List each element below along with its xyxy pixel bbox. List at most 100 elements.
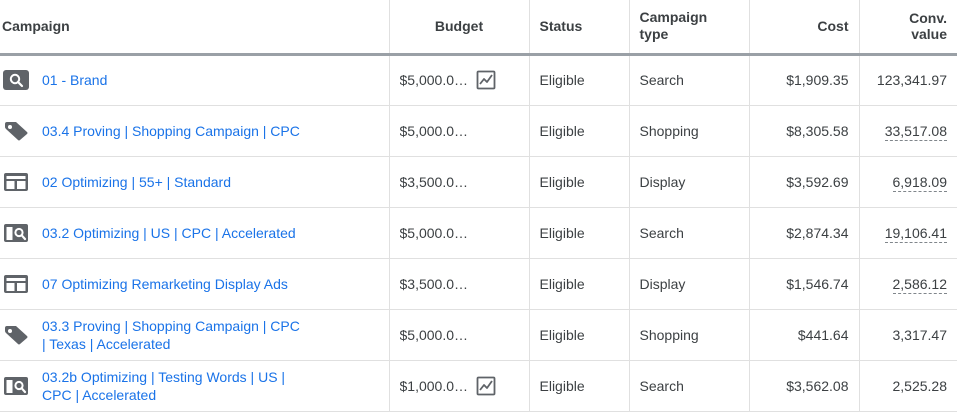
cell-status: Eligible [529, 105, 630, 157]
campaign-name-link[interactable]: 07 Optimizing Remarketing Display Ads [42, 275, 288, 293]
cell-budget: $5,000.0… [389, 105, 530, 157]
budget-value[interactable]: $5,000.0… [400, 123, 472, 139]
budget-value[interactable]: $3,500.0… [400, 174, 472, 190]
cell-cost: $441.64 [749, 309, 860, 361]
campaign-cell-content: 03.4 Proving | Shopping Campaign | CPC [5, 121, 379, 141]
campaign-name-link[interactable]: 03.3 Proving | Shopping Campaign | CPC |… [42, 317, 302, 353]
budget-value[interactable]: $5,000.0… [400, 327, 472, 343]
table-row[interactable]: 02 Optimizing | 55+ | Standard $3,500.0… E… [0, 156, 957, 208]
cell-conv-value: 19,106.41 [859, 207, 957, 259]
cell-campaign-type: Search [629, 54, 750, 106]
budget-value[interactable]: $5,000.0… [400, 72, 472, 88]
cell-campaign-type: Shopping [629, 309, 750, 361]
campaign-name-link[interactable]: 01 - Brand [42, 71, 107, 89]
cell-budget: $1,000.0… [389, 360, 530, 412]
cell-campaign: 03.3 Proving | Shopping Campaign | CPC |… [0, 309, 390, 361]
cell-campaign: 02 Optimizing | 55+ | Standard [0, 156, 390, 208]
campaign-name-link[interactable]: 03.4 Proving | Shopping Campaign | CPC [42, 122, 300, 140]
cell-conv-value: 33,517.08 [859, 105, 957, 157]
cell-cost: $3,562.08 [749, 360, 860, 412]
cell-status: Eligible [529, 207, 630, 259]
cell-budget: $3,500.0… [389, 258, 530, 310]
cell-campaign: 03.4 Proving | Shopping Campaign | CPC [0, 105, 390, 157]
cell-campaign-type: Search [629, 207, 750, 259]
display-icon [3, 274, 29, 294]
conv-value[interactable]: 6,918.09 [892, 173, 947, 192]
tag-icon [3, 121, 29, 141]
search-network-icon [3, 223, 29, 243]
table-row[interactable]: 07 Optimizing Remarketing Display Ads $3,… [0, 258, 957, 310]
conv-value: 123,341.97 [876, 72, 947, 88]
cell-conv-value: 3,317.47 [859, 309, 957, 361]
cell-campaign-type: Search [629, 360, 750, 412]
cell-cost: $2,874.34 [749, 207, 860, 259]
column-header-conv-value[interactable]: Conv. value [859, 0, 957, 56]
cell-campaign-type: Display [629, 156, 750, 208]
campaign-cell-content: 02 Optimizing | 55+ | Standard [4, 172, 379, 192]
conv-value[interactable]: 33,517.08 [884, 122, 947, 141]
table-row[interactable]: 01 - Brand $5,000.0… Eligible Search $1,909… [0, 54, 957, 106]
cell-cost: $1,909.35 [749, 54, 860, 106]
campaign-cell-content: 03.2 Optimizing | US | CPC | Accelerated [4, 223, 379, 243]
column-header-cost[interactable]: Cost [749, 0, 860, 56]
cell-conv-value: 2,586.12 [859, 258, 957, 310]
cell-campaign: 01 - Brand [0, 54, 390, 106]
table-row[interactable]: 03.2 Optimizing | US | CPC | Accelerated… [0, 207, 957, 259]
column-header-type-line2: type [639, 26, 669, 43]
table-header-row: Campaign Budget Status Campaign type Cost… [0, 0, 957, 56]
campaign-cell-content: 07 Optimizing Remarketing Display Ads [4, 274, 379, 294]
search-icon [3, 70, 29, 90]
tag-icon [3, 325, 29, 345]
budget-cell-content: $5,000.0… [400, 70, 519, 90]
campaign-cell-content: 01 - Brand [3, 70, 379, 90]
cell-campaign-type: Display [629, 258, 750, 310]
column-header-budget[interactable]: Budget [389, 0, 530, 56]
budget-cell-content: $5,000.0… [400, 327, 519, 343]
conv-value[interactable]: 2,586.12 [892, 275, 947, 294]
cell-campaign: 07 Optimizing Remarketing Display Ads [0, 258, 390, 310]
cell-cost: $8,305.58 [749, 105, 860, 157]
column-header-campaign-type[interactable]: Campaign type [629, 0, 750, 56]
cell-status: Eligible [529, 309, 630, 361]
trend-chart-icon[interactable] [476, 376, 496, 396]
cell-status: Eligible [529, 360, 630, 412]
budget-value[interactable]: $1,000.0… [400, 378, 472, 394]
budget-cell-content: $3,500.0… [400, 174, 519, 190]
campaign-name-link[interactable]: 03.2 Optimizing | US | CPC | Accelerated [42, 224, 296, 242]
cell-budget: $5,000.0… [389, 54, 530, 106]
conv-value: 3,317.47 [892, 326, 948, 343]
table-row[interactable]: 03.3 Proving | Shopping Campaign | CPC |… [0, 309, 957, 361]
campaign-name-link[interactable]: 03.2b Optimizing | Testing Words | US | … [42, 368, 302, 404]
table-row[interactable]: 03.2b Optimizing | Testing Words | US | … [0, 360, 957, 412]
campaigns-table: Campaign Budget Status Campaign type Cost… [0, 0, 957, 412]
column-header-type-line1: Campaign [639, 9, 708, 26]
campaign-name-link[interactable]: 02 Optimizing | 55+ | Standard [42, 173, 231, 191]
cell-cost: $1,546.74 [749, 258, 860, 310]
display-icon [3, 172, 29, 192]
cell-status: Eligible [529, 156, 630, 208]
cell-budget: $3,500.0… [389, 156, 530, 208]
budget-cell-content: $5,000.0… [400, 225, 519, 241]
cell-campaign: 03.2b Optimizing | Testing Words | US | … [0, 360, 390, 412]
cell-cost: $3,592.69 [749, 156, 860, 208]
cell-campaign-type: Shopping [629, 105, 750, 157]
column-header-status[interactable]: Status [529, 0, 630, 56]
search-network-icon [3, 376, 29, 396]
cell-budget: $5,000.0… [389, 309, 530, 361]
table-row[interactable]: 03.4 Proving | Shopping Campaign | CPC $5… [0, 105, 957, 157]
trend-chart-icon[interactable] [476, 70, 496, 90]
budget-value[interactable]: $3,500.0… [400, 276, 472, 292]
cell-conv-value: 123,341.97 [859, 54, 957, 106]
budget-cell-content: $5,000.0… [400, 123, 519, 139]
budget-cell-content: $1,000.0… [400, 376, 519, 396]
cell-status: Eligible [529, 54, 630, 106]
cell-status: Eligible [529, 258, 630, 310]
campaign-cell-content: 03.3 Proving | Shopping Campaign | CPC |… [5, 317, 379, 353]
cell-campaign: 03.2 Optimizing | US | CPC | Accelerated [0, 207, 390, 259]
campaign-cell-content: 03.2b Optimizing | Testing Words | US | … [4, 368, 379, 404]
column-header-campaign[interactable]: Campaign [0, 0, 390, 56]
conv-value[interactable]: 19,106.41 [884, 224, 947, 243]
cell-conv-value: 2,525.28 [859, 360, 957, 412]
budget-value[interactable]: $5,000.0… [400, 225, 472, 241]
cell-conv-value: 6,918.09 [859, 156, 957, 208]
